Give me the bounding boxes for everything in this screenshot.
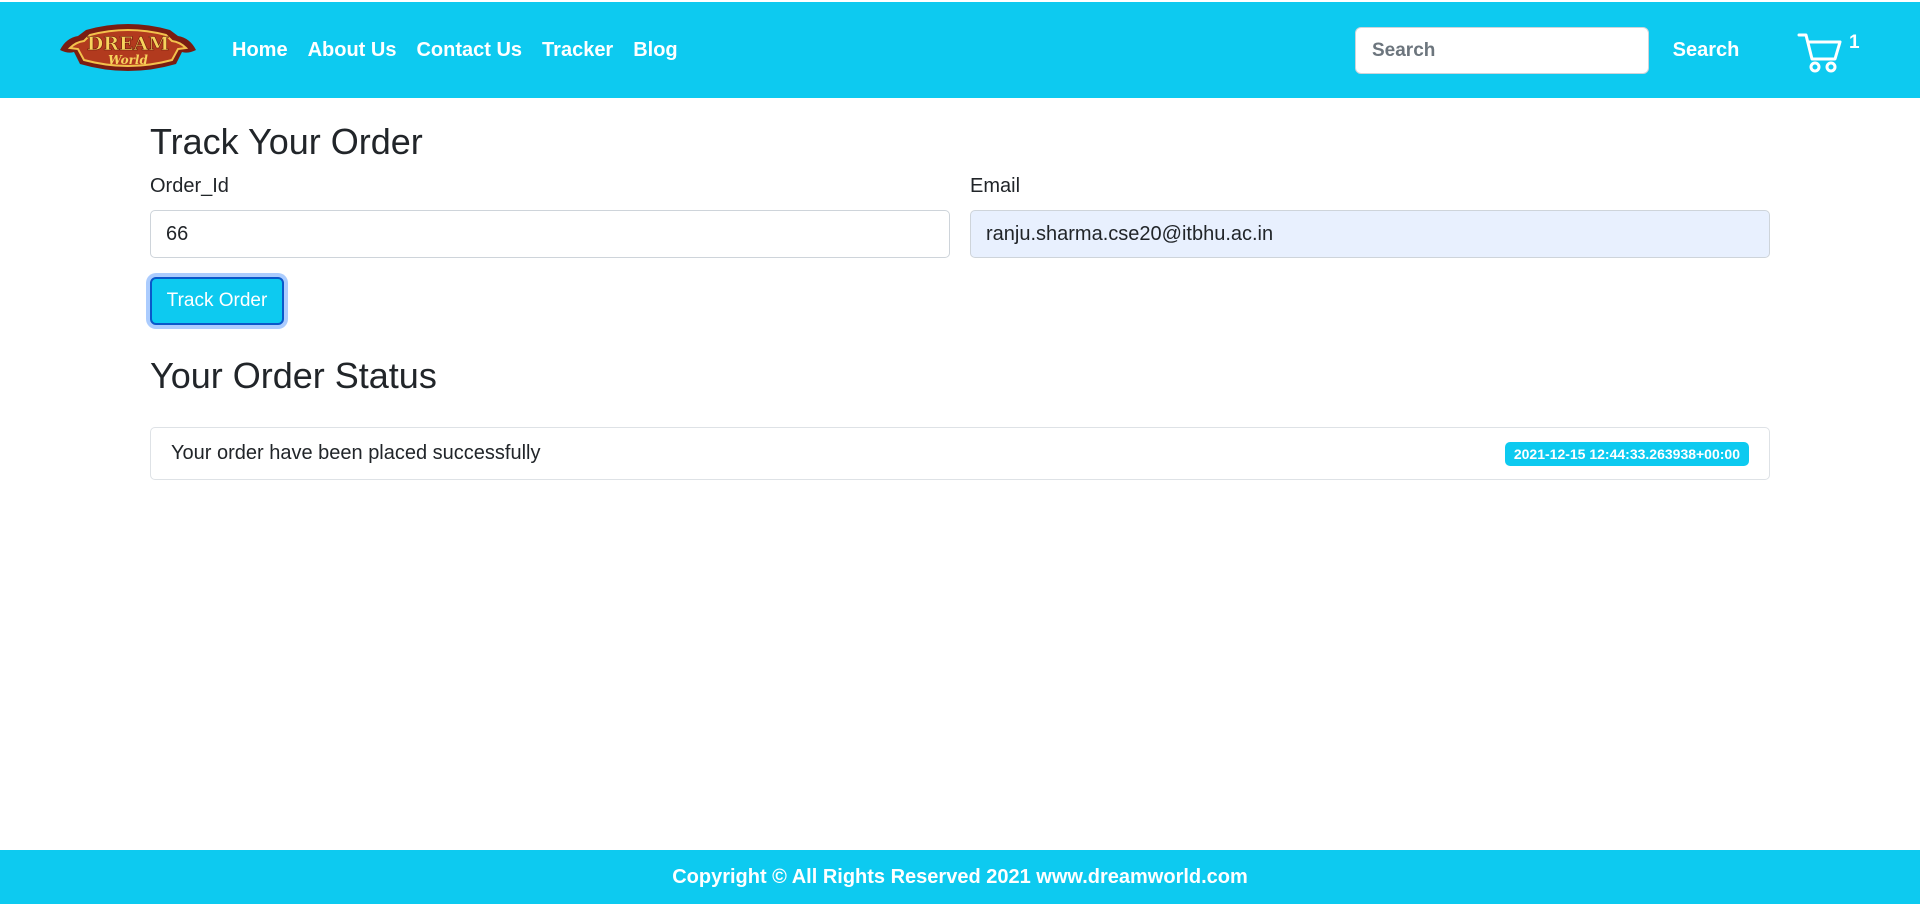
- copyright-text: Copyright © All Rights Reserved 2021 www…: [672, 865, 1248, 888]
- order-id-input[interactable]: [150, 210, 950, 258]
- status-message: Your order have been placed successfully: [171, 442, 541, 464]
- svg-text:DREAM: DREAM: [87, 33, 170, 55]
- email-label: Email: [970, 175, 1021, 197]
- cart-button[interactable]: 1: [1797, 30, 1863, 74]
- dreamworld-logo[interactable]: DREAM World: [56, 20, 200, 82]
- navbar: DREAM World Home About Us Contact Us Tra…: [0, 2, 1920, 98]
- nav-link-blog[interactable]: Blog: [633, 39, 677, 62]
- order-status-list: Your order have been placed successfully…: [150, 427, 1770, 480]
- nav-link-contact-us[interactable]: Contact Us: [416, 39, 522, 62]
- email-input[interactable]: [970, 210, 1770, 258]
- search-input[interactable]: [1355, 27, 1649, 74]
- nav-link-about-us[interactable]: About Us: [308, 39, 397, 62]
- search-button[interactable]: Search: [1660, 27, 1752, 74]
- order-id-label: Order_Id: [150, 175, 229, 197]
- page-title: Track Your Order: [150, 121, 423, 162]
- svg-text:World: World: [108, 53, 148, 67]
- order-status-title: Your Order Status: [150, 355, 437, 396]
- nav-link-tracker[interactable]: Tracker: [542, 39, 613, 62]
- status-timestamp-badge: 2021-12-15 12:44:33.263938+00:00: [1504, 441, 1749, 466]
- footer: Copyright © All Rights Reserved 2021 www…: [0, 850, 1920, 904]
- main-navigation: Home About Us Contact Us Tracker Blog: [232, 2, 698, 98]
- nav-link-home[interactable]: Home: [232, 39, 288, 62]
- track-order-button[interactable]: Track Order: [150, 277, 284, 325]
- shopping-cart-icon: [1797, 33, 1842, 73]
- cart-count-badge: 1: [1849, 32, 1860, 53]
- list-item: Your order have been placed successfully…: [151, 428, 1769, 479]
